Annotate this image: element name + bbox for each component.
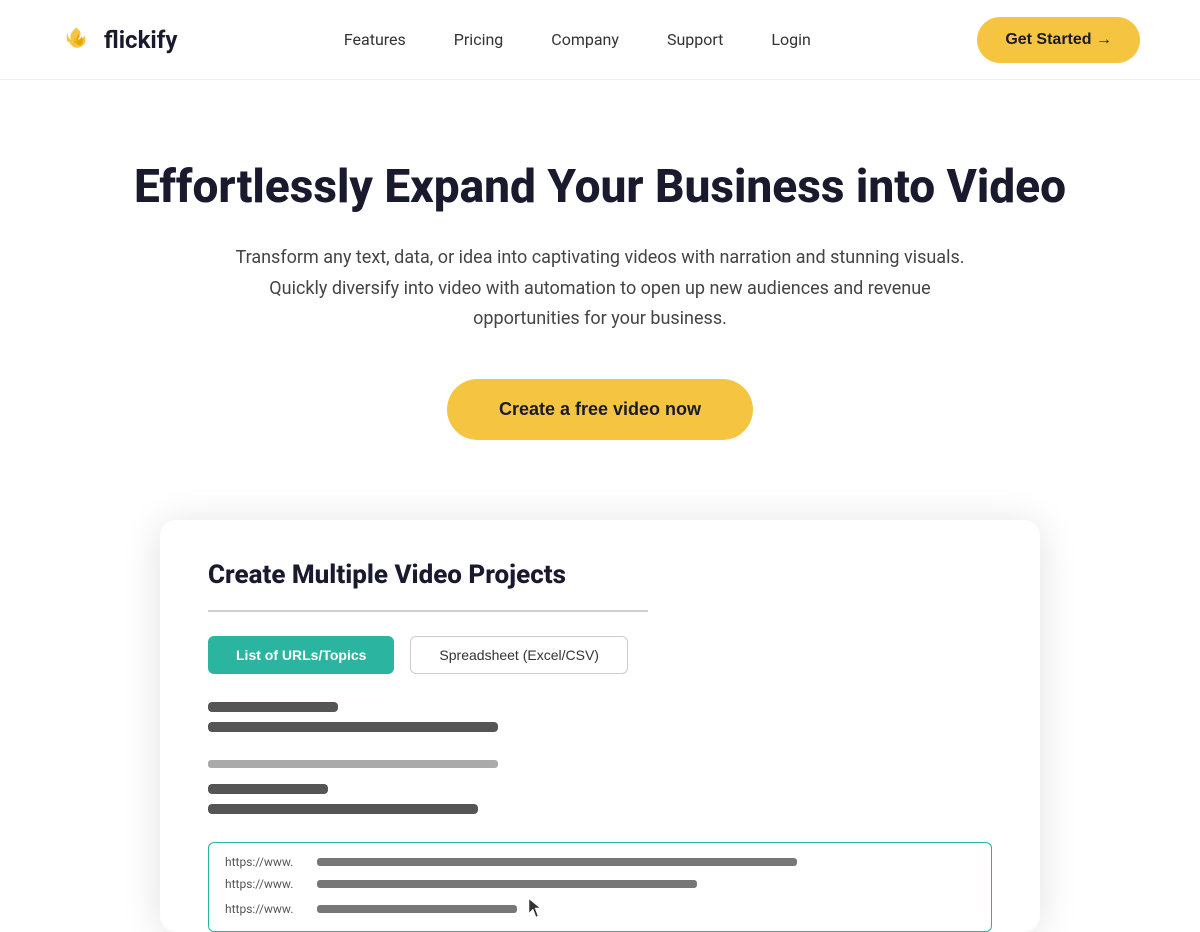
demo-content-lines-2 [208, 784, 992, 814]
demo-content-lines [208, 702, 992, 732]
content-line-2 [208, 722, 498, 732]
url-bar-2 [317, 880, 697, 888]
demo-card: Create Multiple Video Projects List of U… [160, 520, 1040, 932]
url-bar-1 [317, 858, 797, 866]
nav-login[interactable]: Login [771, 30, 810, 49]
demo-divider [208, 610, 648, 612]
navbar: flickify Features Pricing Company Suppor… [0, 0, 1200, 80]
nav-links: Features Pricing Company Support Login [344, 30, 811, 49]
url-bar-3 [317, 905, 517, 913]
hero-title: Effortlessly Expand Your Business into V… [60, 160, 1140, 215]
logo-icon [60, 22, 96, 58]
nav-support[interactable]: Support [667, 30, 723, 49]
hero-subtitle: Transform any text, data, or idea into c… [220, 243, 980, 335]
demo-tabs: List of URLs/Topics Spreadsheet (Excel/C… [208, 636, 992, 674]
demo-card-title: Create Multiple Video Projects [208, 560, 992, 590]
nav-pricing[interactable]: Pricing [454, 30, 504, 49]
url-input-box[interactable]: https://www. https://www. https://www. [208, 842, 992, 932]
sub-line-1 [208, 760, 498, 768]
tab-urls-topics[interactable]: List of URLs/Topics [208, 636, 394, 674]
mouse-cursor-icon [529, 899, 543, 919]
demo-card-wrapper: Create Multiple Video Projects List of U… [0, 480, 1200, 932]
url-label-1: https://www. [225, 855, 305, 869]
url-label-2: https://www. [225, 877, 305, 891]
url-row-3: https://www. [225, 899, 975, 919]
content-line-1 [208, 702, 338, 712]
url-row-1: https://www. [225, 855, 975, 869]
url-row-2: https://www. [225, 877, 975, 891]
get-started-button[interactable]: Get Started → [977, 17, 1140, 63]
url-label-3: https://www. [225, 902, 305, 916]
content-line-3 [208, 784, 328, 794]
content-line-4 [208, 804, 478, 814]
hero-section: Effortlessly Expand Your Business into V… [0, 80, 1200, 480]
create-free-video-button[interactable]: Create a free video now [447, 379, 753, 440]
tab-spreadsheet[interactable]: Spreadsheet (Excel/CSV) [410, 636, 628, 674]
logo-text: flickify [104, 26, 177, 54]
nav-features[interactable]: Features [344, 30, 406, 49]
demo-sub-lines [208, 760, 992, 780]
logo[interactable]: flickify [60, 22, 177, 58]
nav-company[interactable]: Company [551, 30, 619, 49]
